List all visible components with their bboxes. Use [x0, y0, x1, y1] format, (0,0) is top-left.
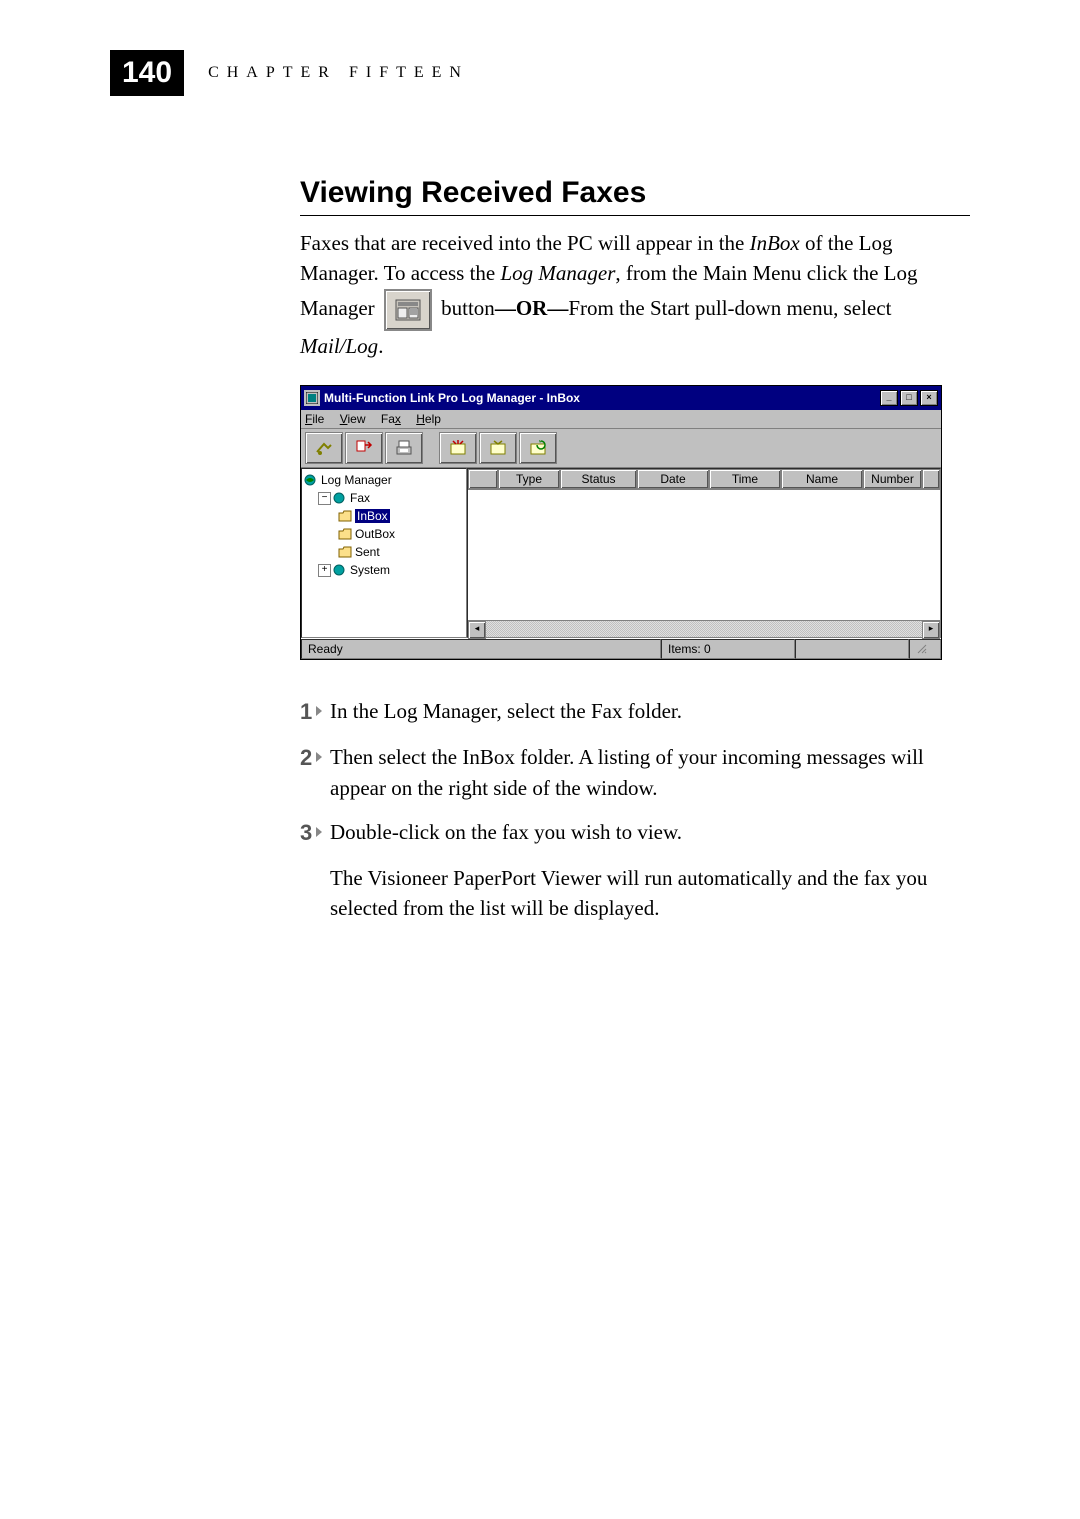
tree-inbox[interactable]: InBox	[304, 507, 464, 525]
menu-file[interactable]: File	[305, 412, 324, 426]
toolbar	[301, 429, 941, 468]
col-name[interactable]: Name	[781, 469, 863, 489]
tree-sent[interactable]: Sent	[304, 543, 464, 561]
tree-outbox[interactable]: OutBox	[304, 525, 464, 543]
toolbar-button-2[interactable]	[345, 432, 383, 464]
steps-list: 1 In the Log Manager, select the Fax fol…	[300, 696, 970, 924]
tree-fax[interactable]: − Fax	[304, 489, 464, 507]
window-title: Multi-Function Link Pro Log Manager - In…	[324, 391, 880, 405]
body-text: Faxes that are received into the PC will…	[300, 231, 750, 255]
folder-icon	[338, 528, 352, 540]
step-3-text: Double-click on the fax you wish to view…	[330, 817, 970, 849]
col-scroll-spacer	[922, 469, 940, 489]
section-title: Viewing Received Faxes	[300, 176, 970, 210]
section-title-rule	[300, 214, 970, 216]
col-number[interactable]: Number	[863, 469, 922, 489]
text: In the	[330, 699, 384, 723]
log-manager-button-icon	[384, 289, 432, 331]
expand-icon[interactable]: +	[318, 564, 331, 577]
tree-root-label: Log Manager	[321, 473, 392, 487]
scroll-left-button[interactable]: ◂	[468, 621, 486, 639]
logmanager-italic: Log Manager	[500, 261, 615, 285]
logmanager-italic: Log Manager	[384, 699, 497, 723]
list-pane: Type Status Date Time Name Number ◂ ▸	[467, 468, 941, 638]
text: Then select the	[330, 745, 462, 769]
folder-tree[interactable]: Log Manager − Fax InBox OutBox	[301, 468, 467, 638]
step-number-3: 3	[300, 817, 330, 849]
tree-system[interactable]: + System	[304, 561, 464, 579]
toolbar-button-1[interactable]	[305, 432, 343, 464]
list-body[interactable]	[468, 490, 940, 620]
or-bold: —OR—	[495, 296, 569, 320]
tree-system-label: System	[350, 563, 390, 577]
step-number-2: 2	[300, 742, 330, 803]
collapse-icon[interactable]: −	[318, 492, 331, 505]
horizontal-scrollbar[interactable]: ◂ ▸	[468, 620, 940, 637]
col-date[interactable]: Date	[637, 469, 709, 489]
resize-grip[interactable]	[909, 639, 941, 659]
col-time[interactable]: Time	[709, 469, 781, 489]
minimize-button[interactable]: _	[880, 390, 898, 406]
step-number-1: 1	[300, 696, 330, 728]
content-area: Viewing Received Faxes Faxes that are re…	[300, 176, 970, 924]
status-ready: Ready	[301, 639, 661, 659]
col-status[interactable]: Status	[560, 469, 637, 489]
list-header: Type Status Date Time Name Number	[468, 469, 940, 490]
tree-fax-label: Fax	[350, 491, 370, 505]
status-items: Items: 0	[661, 639, 795, 659]
body-text: From the Start pull-down menu, select	[568, 296, 891, 320]
window-buttons: _ □ ×	[880, 390, 938, 406]
fax-folder-icon	[333, 492, 347, 504]
tree-root[interactable]: Log Manager	[304, 471, 464, 489]
menu-fax[interactable]: Fax	[381, 412, 401, 426]
log-manager-window: Multi-Function Link Pro Log Manager - In…	[300, 385, 942, 660]
window-titlebar[interactable]: Multi-Function Link Pro Log Manager - In…	[301, 386, 941, 410]
app-icon	[304, 390, 320, 406]
body-paragraph: Faxes that are received into the PC will…	[300, 228, 970, 361]
text: , select the	[497, 699, 591, 723]
menu-help[interactable]: Help	[416, 412, 441, 426]
toolbar-button-3[interactable]	[385, 432, 423, 464]
toolbar-button-6[interactable]	[519, 432, 557, 464]
page: 140 CHAPTER FIFTEEN Viewing Received Fax…	[0, 0, 1080, 984]
tree-outbox-label: OutBox	[355, 527, 395, 541]
client-area: Log Manager − Fax InBox OutBox	[301, 468, 941, 638]
toolbar-button-5[interactable]	[479, 432, 517, 464]
inbox-italic: InBox	[750, 231, 800, 255]
scroll-track[interactable]	[486, 621, 922, 637]
col-type[interactable]: Type	[498, 469, 560, 489]
statusbar: Ready Items: 0	[301, 638, 941, 659]
page-header: 140 CHAPTER FIFTEEN	[110, 50, 970, 96]
body-text: button	[441, 296, 495, 320]
system-folder-icon	[333, 564, 347, 576]
step-2-text: Then select the InBox folder. A listing …	[330, 742, 970, 803]
chapter-label: CHAPTER FIFTEEN	[208, 64, 469, 82]
step-3-continuation: The Visioneer PaperPort Viewer will run …	[330, 863, 970, 924]
page-number: 140	[110, 50, 184, 96]
tree-sent-label: Sent	[355, 545, 380, 559]
step-1-text: In the Log Manager, select the Fax folde…	[330, 696, 970, 728]
folder-icon	[338, 546, 352, 558]
fax-italic: Fax	[591, 699, 623, 723]
toolbar-button-4[interactable]	[439, 432, 477, 464]
step-3: 3 Double-click on the fax you wish to vi…	[300, 817, 970, 849]
menu-view[interactable]: View	[340, 412, 366, 426]
scroll-right-button[interactable]: ▸	[922, 621, 940, 639]
body-text: .	[378, 334, 383, 358]
step-1: 1 In the Log Manager, select the Fax fol…	[300, 696, 970, 728]
col-icon[interactable]	[468, 469, 498, 489]
status-blank	[795, 639, 909, 659]
inbox-italic: InBox	[462, 745, 515, 769]
world-icon	[304, 474, 318, 486]
maximize-button[interactable]: □	[900, 390, 918, 406]
folder-open-icon	[338, 510, 352, 522]
maillog-italic: Mail/Log	[300, 334, 378, 358]
menubar: File View Fax Help	[301, 410, 941, 429]
close-button[interactable]: ×	[920, 390, 938, 406]
step-2: 2 Then select the InBox folder. A listin…	[300, 742, 970, 803]
tree-inbox-label: InBox	[355, 509, 390, 523]
text: folder.	[623, 699, 682, 723]
